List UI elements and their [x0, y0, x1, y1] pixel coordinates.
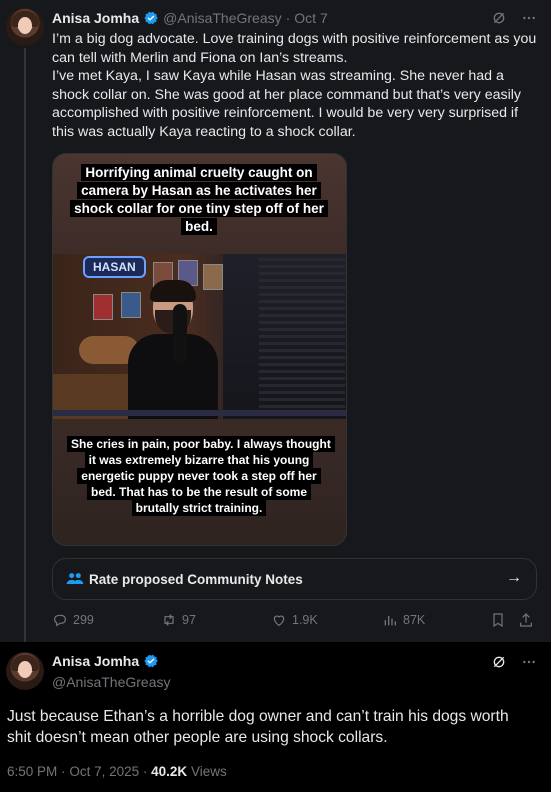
more-icon[interactable] [521, 10, 537, 26]
separator-dot: · [142, 764, 148, 779]
tweet-top-actions [491, 10, 537, 26]
main-tweet: Anisa Jomha @AnisaTheGreasy Just because… [0, 642, 551, 792]
views-icon [384, 616, 396, 626]
tweet-top-actions [491, 654, 537, 670]
repost-icon [164, 614, 174, 626]
more-icon[interactable] [521, 654, 537, 670]
verified-badge-icon [144, 11, 159, 25]
like-button[interactable]: 1.9K [271, 612, 318, 628]
thread-connector-line [24, 48, 26, 642]
separator-dot: · [285, 10, 291, 26]
repost-count: 97 [182, 613, 196, 627]
tweet-media-image[interactable]: HASAN Horrifying animal cruelty caught o… [52, 153, 347, 546]
author-name[interactable]: Anisa Jomha [52, 653, 139, 669]
media-caption-top: Horrifying animal cruelty caught on came… [67, 164, 331, 236]
tweet-text: I’m a big dog advocate. Love training do… [52, 30, 537, 141]
avatar[interactable] [6, 8, 44, 46]
grok-icon[interactable] [491, 654, 507, 670]
like-icon [273, 615, 285, 627]
reply-button[interactable]: 299 [52, 612, 94, 628]
share-button[interactable] [518, 612, 534, 628]
tweet-time[interactable]: 6:50 PM [7, 764, 57, 779]
reply-count: 299 [73, 613, 94, 627]
arrow-right-icon: → [506, 569, 522, 586]
tweet-date[interactable]: Oct 7 [294, 10, 327, 26]
community-notes-button[interactable]: Rate proposed Community Notes → [52, 558, 537, 600]
avatar[interactable] [6, 652, 44, 690]
tweet-header: Anisa Jomha [52, 653, 159, 669]
separator-dot: · [61, 764, 66, 779]
community-notes-label: Rate proposed Community Notes [89, 571, 303, 587]
views-count: 40.2K [151, 764, 188, 779]
tweet-metadata: 6:50 PM · Oct 7, 2025 · 40.2K Views [7, 764, 227, 779]
tweet-text: Just because Ethan’s a horrible dog owne… [7, 708, 509, 746]
bookmark-icon [493, 613, 503, 628]
share-icon [520, 613, 532, 627]
author-name[interactable]: Anisa Jomha [52, 10, 139, 26]
stream-logo: HASAN [83, 256, 146, 278]
views-button[interactable]: 87K [382, 612, 425, 628]
views-label: Views [190, 764, 227, 779]
tweet-date[interactable]: Oct 7, 2025 [69, 764, 139, 779]
bookmark-button[interactable] [490, 612, 506, 628]
stream-screenshot: HASAN [53, 254, 346, 419]
microphone [173, 304, 187, 364]
views-count: 87K [403, 613, 426, 627]
tweet-action-bar: 299 97 1.9K 87K [52, 612, 537, 632]
grok-icon[interactable] [491, 10, 507, 26]
reply-icon [54, 614, 66, 627]
community-notes-icon [66, 573, 84, 584]
like-count: 1.9K [292, 613, 318, 627]
tweet-header: Anisa Jomha @AnisaTheGreasy · Oct 7 [52, 10, 328, 26]
parent-tweet[interactable]: Anisa Jomha @AnisaTheGreasy · Oct 7 I’m … [0, 0, 551, 642]
verified-badge-icon [144, 654, 159, 668]
tweet-paragraph: I’m a big dog advocate. Love training do… [52, 31, 537, 66]
media-caption-bottom: She cries in pain, poor baby. I always t… [67, 436, 335, 516]
author-handle[interactable]: @AnisaTheGreasy [52, 674, 170, 690]
repost-button[interactable]: 97 [161, 612, 196, 628]
author-handle[interactable]: @AnisaTheGreasy [163, 10, 281, 26]
tweet-paragraph: I’ve met Kaya, I saw Kaya while Hasan wa… [52, 68, 521, 140]
